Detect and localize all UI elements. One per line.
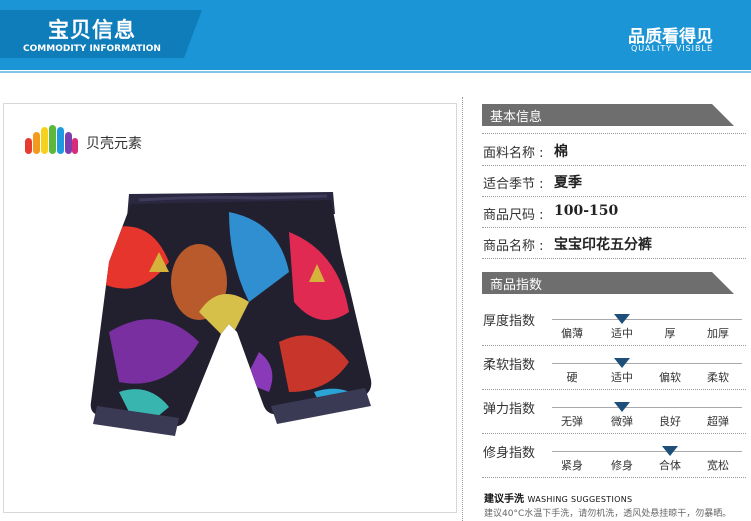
index-option: 微弹 — [611, 415, 633, 428]
tab-subtitle: COMMODITY INFORMATION — [23, 44, 161, 54]
quality-subtitle: QUALITY VISIBLE — [630, 44, 713, 53]
index-option: 宽松 — [707, 459, 729, 472]
basic-info-title: 基本信息 — [490, 110, 543, 125]
info-label: 商品尺码 : — [483, 208, 544, 223]
index-label: 柔软指数 — [483, 358, 536, 373]
info-label: 面料名称 : — [483, 146, 544, 161]
index-option: 偏薄 — [561, 327, 583, 340]
index-option: 无弹 — [561, 415, 583, 428]
header-notch — [712, 104, 734, 126]
product-index-title: 商品指数 — [490, 278, 543, 293]
product-index-header: 商品指数 — [482, 272, 734, 294]
index-option: 硬 — [566, 371, 578, 384]
brand-name: 贝壳元素 — [86, 136, 142, 152]
index-scale-line — [552, 451, 742, 452]
index-label: 弹力指数 — [483, 402, 536, 417]
index-option: 修身 — [611, 459, 633, 472]
index-option: 紧身 — [561, 459, 583, 472]
info-label: 商品名称 : — [483, 239, 544, 254]
index-row: 修身指数紧身 修身 合体 宽松 — [482, 433, 746, 478]
commodity-info-tab-tail — [184, 10, 202, 58]
product-image-panel: 贝壳元素 — [3, 103, 457, 513]
printed-shorts-image — [90, 192, 372, 436]
info-value: 夏季 — [554, 175, 582, 191]
index-marker-icon — [614, 402, 630, 412]
washing-text: 建议40°C水温下手洗，请勿机洗，透风处悬挂晾干，勿暴晒。 — [484, 509, 732, 519]
index-scale-line — [552, 407, 742, 408]
washing-title: 建议手洗 WASHING SUGGESTIONS — [484, 490, 632, 505]
banner-stripe — [0, 64, 751, 70]
washing-title-cn: 建议手洗 — [484, 494, 524, 505]
info-row-season: 适合季节 : 夏季 — [482, 166, 746, 197]
banner-stripe-thin — [0, 71, 751, 73]
index-marker-icon — [614, 314, 630, 324]
index-option: 适中 — [611, 327, 633, 340]
column-divider — [462, 97, 463, 521]
index-marker-icon — [614, 358, 630, 368]
info-value: 宝宝印花五分裤 — [554, 237, 652, 253]
index-label: 修身指数 — [483, 446, 536, 461]
index-option: 厚 — [664, 327, 676, 340]
index-row: 柔软指数硬 适中 偏软 柔软 — [482, 345, 746, 390]
index-row: 厚度指数偏薄 适中 厚 加厚 — [482, 301, 746, 346]
info-row-fabric: 面料名称 : 棉 — [482, 135, 746, 166]
info-value: 棉 — [554, 144, 568, 160]
index-option: 偏软 — [659, 371, 681, 384]
index-marker-icon — [662, 446, 678, 456]
shell-fan-icon — [25, 125, 78, 154]
basic-info-divider — [482, 133, 746, 134]
header-notch — [712, 272, 734, 294]
index-scale-line — [552, 319, 742, 320]
index-scale-line — [552, 363, 742, 364]
index-option: 柔软 — [707, 371, 729, 384]
index-option: 合体 — [659, 459, 681, 472]
index-option: 适中 — [611, 371, 633, 384]
index-row: 弹力指数无弹 微弹 良好 超弹 — [482, 389, 746, 434]
index-option: 超弹 — [707, 415, 729, 428]
header-banner: 宝贝信息 COMMODITY INFORMATION 品质看得见 QUALITY… — [0, 0, 751, 64]
index-option: 加厚 — [707, 327, 729, 340]
basic-info-header: 基本信息 — [482, 104, 734, 126]
index-label: 厚度指数 — [483, 314, 536, 329]
washing-title-en: WASHING SUGGESTIONS — [527, 495, 633, 504]
info-row-name: 商品名称 : 宝宝印花五分裤 — [482, 228, 746, 259]
info-row-size: 商品尺码 : 100-150 — [482, 197, 746, 228]
info-value: 100-150 — [554, 203, 619, 219]
index-option: 良好 — [659, 415, 681, 428]
tab-title: 宝贝信息 — [48, 18, 136, 42]
info-label: 适合季节 : — [483, 177, 544, 192]
